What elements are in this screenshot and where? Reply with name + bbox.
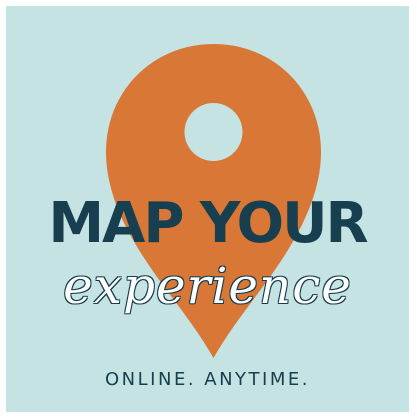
script-subtitle: experience xyxy=(63,257,352,315)
promo-card: MAP YOUR experience ONLINE. ANYTIME. xyxy=(6,6,409,412)
headline: MAP YOUR xyxy=(48,191,368,256)
pin-hole xyxy=(184,103,243,161)
tagline: ONLINE. ANYTIME. xyxy=(105,369,310,390)
